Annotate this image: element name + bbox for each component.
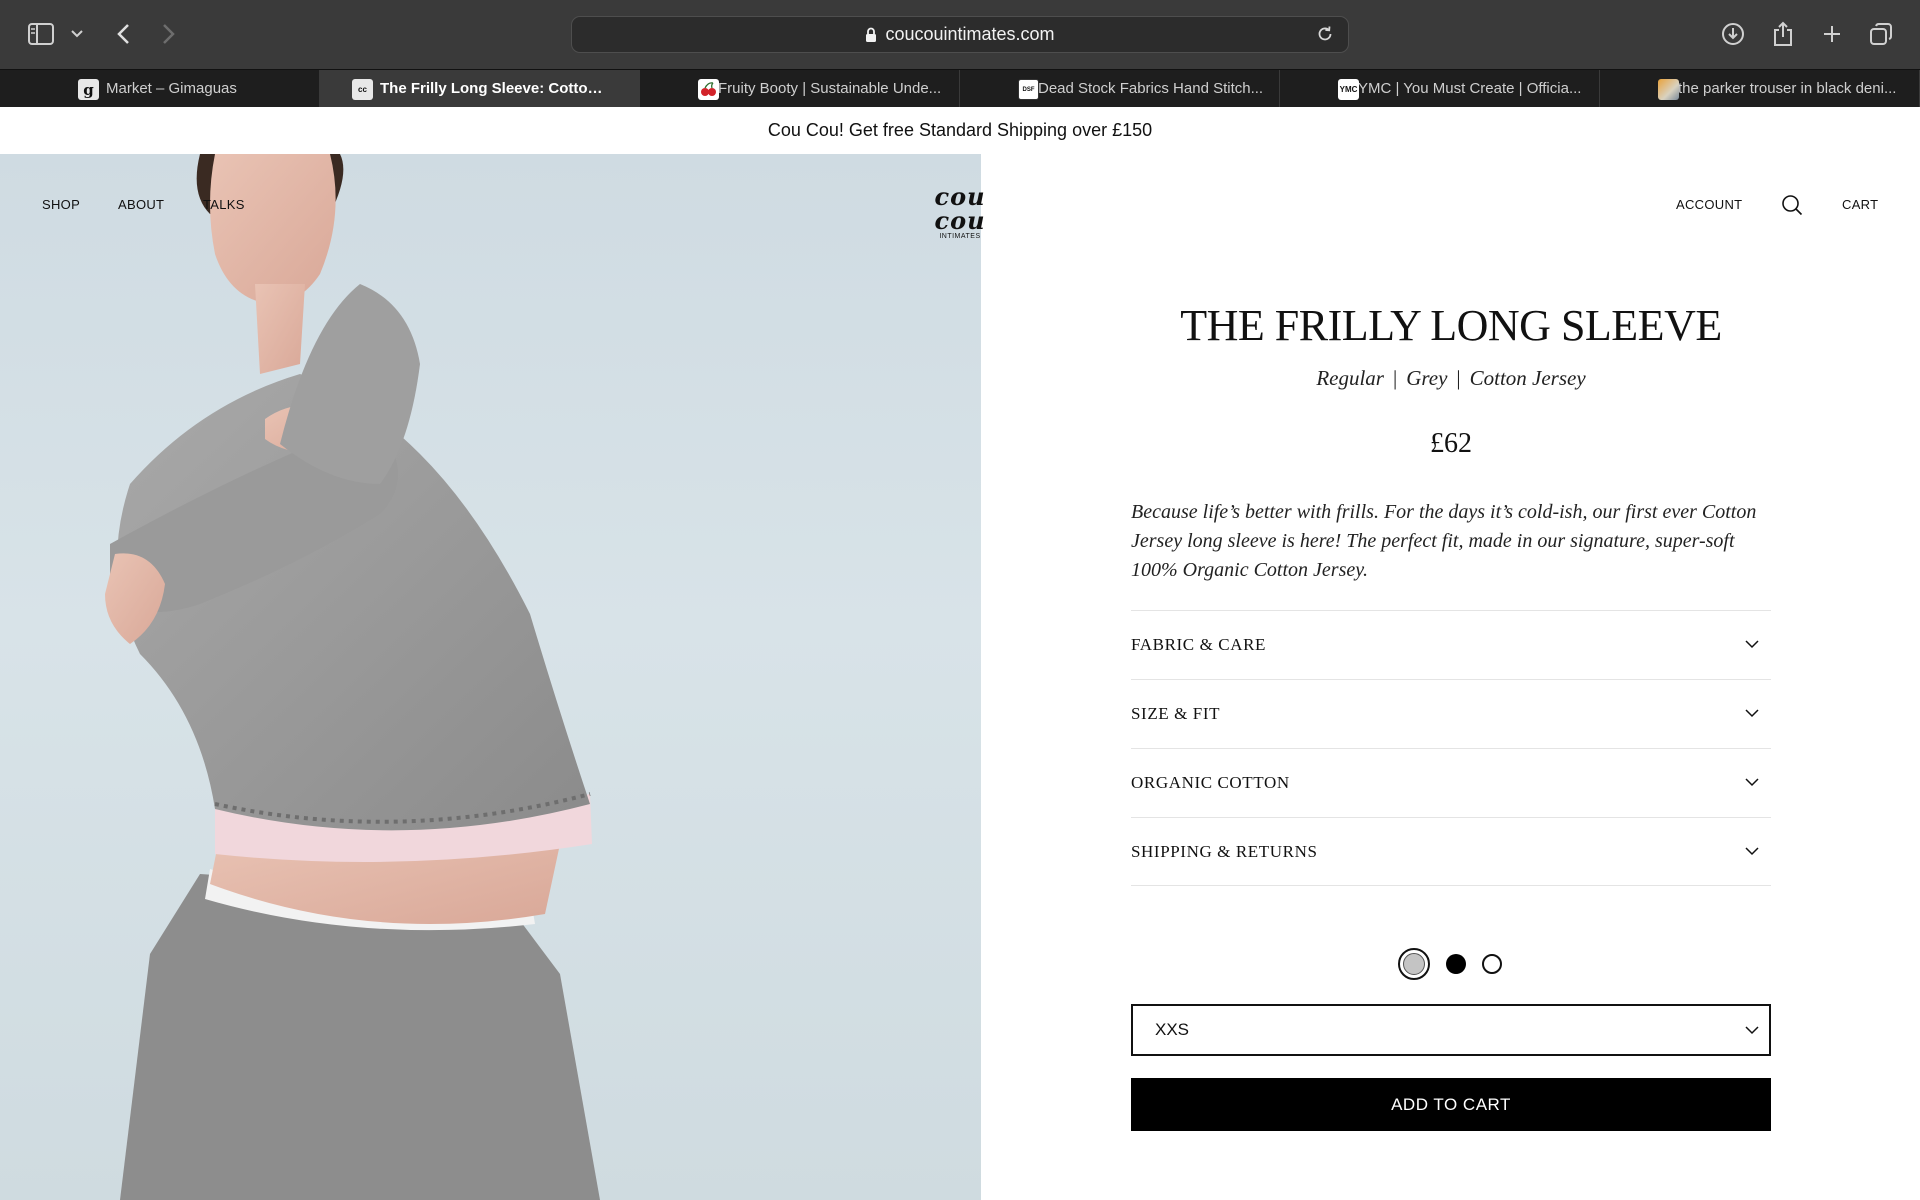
share-icon[interactable] <box>1766 17 1800 51</box>
dead-stock-favicon-icon: DSF <box>1018 79 1039 100</box>
tab-parker-trouser[interactable]: the parker trouser in black deni... <box>1600 70 1920 107</box>
search-icon[interactable] <box>1781 194 1803 216</box>
tab-dead-stock-fabrics[interactable]: DSF Dead Stock Fabrics Hand Stitch... <box>960 70 1280 107</box>
address-bar[interactable]: coucouintimates.com <box>571 16 1349 53</box>
product-attributes: Regular | Grey | Cotton Jersey <box>1131 366 1771 391</box>
nav-account[interactable]: ACCOUNT <box>1676 197 1742 212</box>
product-price: £62 <box>1430 428 1472 459</box>
tab-label: the parker trouser in black deni... <box>1678 80 1897 97</box>
tab-gimaguas[interactable]: g Market – Gimaguas <box>0 70 320 107</box>
accordion-label: SIZE & FIT <box>1131 704 1221 723</box>
size-selected-value: XXS <box>1155 1020 1190 1039</box>
nav-talks[interactable]: TALKS <box>203 197 245 212</box>
parker-trouser-favicon-icon <box>1658 79 1679 100</box>
logo-subtitle: INTIMATES <box>939 233 981 240</box>
gimaguas-favicon-icon: g <box>78 79 99 100</box>
swatch-white[interactable] <box>1482 954 1502 974</box>
accordion-label: FABRIC & CARE <box>1131 635 1267 654</box>
tab-label: Fruity Booty | Sustainable Unde... <box>718 80 942 97</box>
tab-bar: g Market – Gimaguas cc The Frilly Long S… <box>0 69 1920 107</box>
product-color: Grey <box>1406 366 1448 390</box>
cherry-favicon-icon <box>698 79 719 100</box>
tab-label: The Frilly Long Sleeve: Cotton J... <box>380 80 610 97</box>
product-accordion: FABRIC & CARE SIZE & FIT ORGANIC COTTON … <box>1131 610 1771 886</box>
chevron-down-icon <box>1745 843 1759 861</box>
tab-frilly-long-sleeve[interactable]: cc The Frilly Long Sleeve: Cotton J... <box>320 70 640 107</box>
chevron-down-icon <box>1745 1020 1759 1040</box>
chevron-down-icon[interactable] <box>62 17 92 51</box>
accordion-label: SHIPPING & RETURNS <box>1131 841 1318 861</box>
reload-icon[interactable] <box>1316 25 1334 48</box>
sidebar-icon[interactable] <box>24 17 58 51</box>
new-tab-icon[interactable] <box>1815 17 1849 51</box>
tabs-overview-icon[interactable] <box>1864 17 1898 51</box>
logo-wordmark: cou cou <box>934 182 986 235</box>
accordion-organic-cotton[interactable]: ORGANIC COTTON <box>1131 748 1771 817</box>
size-select[interactable]: XXS <box>1131 1004 1771 1056</box>
separator: | <box>1456 366 1461 390</box>
swatch-grey[interactable] <box>1398 948 1430 980</box>
add-to-cart-button[interactable]: ADD TO CART <box>1131 1078 1771 1131</box>
back-icon[interactable] <box>106 17 140 51</box>
nav-shop[interactable]: SHOP <box>42 197 80 212</box>
product-fabric: Cotton Jersey <box>1469 366 1586 390</box>
product-fit: Regular <box>1316 366 1384 390</box>
tab-label: Dead Stock Fabrics Hand Stitch... <box>1038 80 1264 97</box>
tab-label: YMC | You Must Create | Officia... <box>1358 80 1582 97</box>
forward-icon[interactable] <box>152 17 186 51</box>
chevron-down-icon <box>1745 774 1759 792</box>
separator: | <box>1392 366 1398 390</box>
nav-about[interactable]: ABOUT <box>118 197 164 212</box>
swatch-black[interactable] <box>1446 954 1466 974</box>
accordion-size-fit[interactable]: SIZE & FIT <box>1131 679 1771 748</box>
announcement-bar: Cou Cou! Get free Standard Shipping over… <box>0 107 1920 154</box>
color-swatches <box>1398 948 1502 980</box>
product-title: THE FRILLY LONG SLEEVE <box>1180 301 1722 350</box>
product-description: Because life’s better with frills. For t… <box>1131 501 1757 581</box>
ymc-favicon-icon: YMC <box>1338 79 1359 100</box>
url-text: coucouintimates.com <box>885 24 1055 44</box>
accordion-shipping-returns[interactable]: SHIPPING & RETURNS <box>1131 817 1771 886</box>
lock-icon <box>865 27 877 43</box>
tab-fruity-booty[interactable]: Fruity Booty | Sustainable Unde... <box>640 70 960 107</box>
chevron-down-icon <box>1745 636 1759 654</box>
tab-label: Market – Gimaguas <box>106 80 237 97</box>
product-hero-image <box>0 154 981 1200</box>
tab-ymc[interactable]: YMC YMC | You Must Create | Officia... <box>1280 70 1600 107</box>
accordion-fabric-care[interactable]: FABRIC & CARE <box>1131 610 1771 679</box>
chevron-down-icon <box>1745 705 1759 723</box>
site-logo[interactable]: cou cou INTIMATES <box>905 182 1015 241</box>
accordion-label: ORGANIC COTTON <box>1131 773 1290 792</box>
download-icon[interactable] <box>1716 17 1750 51</box>
browser-toolbar: coucouintimates.com <box>0 0 1920 69</box>
nav-cart[interactable]: CART <box>1842 197 1878 212</box>
coucou-favicon-icon: cc <box>352 79 373 100</box>
